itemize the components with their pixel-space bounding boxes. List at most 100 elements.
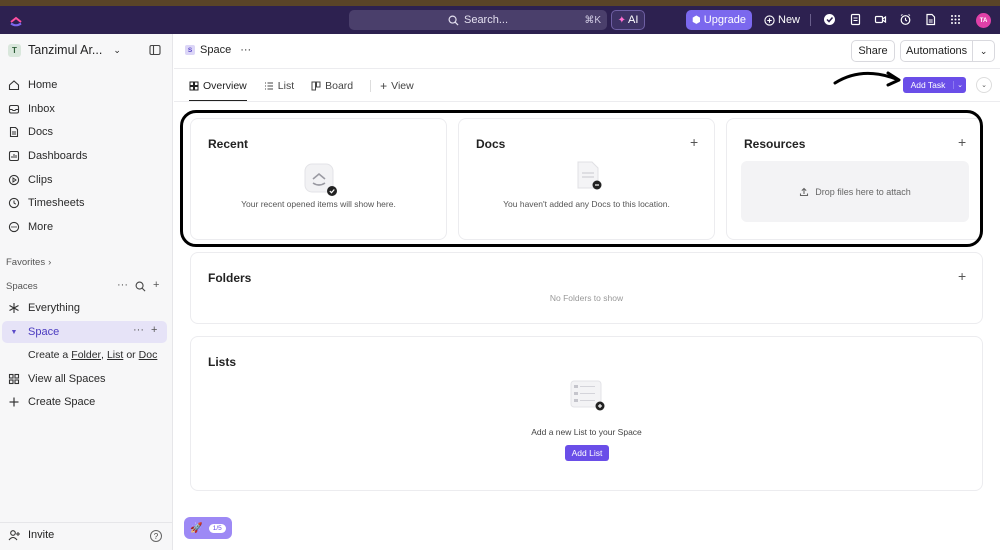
list-empty-icon [570, 380, 605, 411]
chevron-down-icon[interactable]: ⌄ [953, 81, 966, 89]
spaces-actions: ··· + [117, 279, 159, 292]
add-view-button[interactable]: + View [380, 78, 414, 94]
ellipsis-icon[interactable]: ··· [240, 44, 251, 56]
sidebar-item-view-all-spaces[interactable]: View all Spaces [8, 369, 105, 389]
add-task-button[interactable]: Add Task ⌄ [903, 77, 966, 93]
new-button[interactable]: New [764, 10, 800, 30]
lists-empty-text: Add a new List to your Space [531, 427, 642, 437]
chevron-right-icon: › [48, 257, 52, 268]
tab-overview[interactable]: Overview [189, 78, 247, 94]
timesheets-icon [8, 197, 20, 209]
check-circle-icon[interactable] [823, 13, 836, 26]
sidebar-item-label: Docs [28, 126, 54, 138]
video-icon[interactable] [874, 13, 887, 26]
favorites-label: Favorites [6, 257, 46, 268]
add-list-button[interactable]: Add List [565, 445, 609, 461]
space-row-actions: ··· + [133, 324, 157, 336]
create-doc-link[interactable]: Doc [139, 349, 158, 361]
workspace-switcher[interactable]: T Tanzimul Ar... ⌄ [8, 43, 121, 57]
invite-button[interactable]: Invite [8, 529, 54, 541]
overview-icon [189, 81, 199, 91]
favorites-section[interactable]: Favorites › [6, 257, 51, 268]
create-in-space-row: Create a Folder , List or Doc [28, 345, 157, 365]
tab-board[interactable]: Board [311, 78, 353, 94]
sidebar-item-docs[interactable]: Docs [8, 122, 53, 142]
collapse-header-icon[interactable]: ⌄ [976, 77, 992, 93]
tab-divider [370, 80, 372, 92]
folders-title: Folders [208, 271, 252, 285]
automations-button[interactable]: Automations ⌄ [900, 40, 995, 62]
sidebar-footer-divider [0, 522, 173, 523]
sidebar-item-label: Space [28, 326, 60, 338]
search-icon[interactable] [135, 281, 146, 292]
sidebar-item-label: More [28, 221, 54, 233]
user-avatar[interactable]: TA [976, 13, 991, 28]
search-bar[interactable]: Search... ⌘K [349, 10, 607, 30]
sidebar-item-label: Dashboards [28, 150, 88, 162]
tab-label: List [277, 80, 295, 92]
board-icon [311, 81, 321, 91]
add-user-icon [8, 530, 20, 541]
sidebar-item-inbox[interactable]: Inbox [8, 99, 55, 119]
caret-down-icon[interactable]: ▼ [8, 329, 20, 336]
plus-icon: + [380, 79, 388, 93]
invite-label: Invite [28, 529, 55, 541]
onboarding-progress: 1/5 [208, 523, 226, 533]
search-shortcut: ⌘K [584, 14, 601, 26]
create-list-link[interactable]: List [107, 349, 123, 361]
breadcrumb-space: Space [200, 44, 232, 56]
plus-icon[interactable]: + [153, 279, 159, 292]
sidebar: T Tanzimul Ar... ⌄ Home Inbox Docs Dashb… [0, 34, 173, 550]
sidebar-item-clips[interactable]: Clips [8, 170, 52, 190]
ai-label: AI [627, 14, 639, 26]
sidebar-item-label: View all Spaces [28, 373, 106, 385]
sidebar-item-label: Home [28, 79, 58, 91]
automations-label: Automations [901, 41, 974, 61]
tab-label: Board [325, 80, 354, 92]
list-icon [264, 82, 273, 90]
sidebar-item-dashboards[interactable]: Dashboards [8, 146, 87, 166]
onboarding-launcher[interactable]: 🚀 1/5 [184, 517, 232, 539]
sidebar-item-timesheets[interactable]: Timesheets [8, 193, 84, 213]
sidebar-item-more[interactable]: More [8, 217, 53, 237]
upgrade-button[interactable]: ⬢ Upgrade [686, 10, 752, 30]
notepad-icon[interactable] [849, 13, 862, 26]
alarm-clock-icon[interactable] [899, 13, 912, 26]
sidebar-item-create-space[interactable]: Create Space [8, 392, 95, 412]
document-icon[interactable] [924, 13, 937, 26]
lists-card: Lists Add a new List to your Space Add L… [190, 336, 983, 491]
workspace-badge: T [8, 43, 21, 57]
search-icon [448, 15, 459, 26]
create-or: or [126, 349, 136, 361]
share-button[interactable]: Share [851, 40, 895, 62]
add-folder-icon[interactable]: + [958, 268, 966, 284]
docs-icon [9, 126, 19, 138]
sidebar-item-label: Everything [28, 302, 80, 314]
ai-button[interactable]: ✦ AI [611, 10, 645, 30]
lists-title: Lists [208, 355, 237, 369]
workspace-name: Tanzimul Ar... [28, 43, 103, 57]
grid-icon [8, 373, 20, 385]
add-task-label: Add Task [910, 80, 946, 90]
plus-icon[interactable]: + [151, 324, 157, 336]
breadcrumb[interactable]: S Space ··· [185, 44, 251, 56]
folders-card: Folders + No Folders to show [190, 252, 983, 324]
top-bar: Search... ⌘K ✦ AI ⬢ Upgrade New TA [0, 6, 1000, 34]
sidebar-item-home[interactable]: Home [8, 75, 57, 95]
sidebar-item-everything[interactable]: Everything [8, 298, 80, 318]
tab-list[interactable]: List [264, 78, 294, 94]
everything-icon [9, 303, 19, 313]
plus-circle-icon [764, 14, 775, 26]
apps-grid-icon[interactable] [949, 13, 962, 26]
sidebar-item-label: Clips [28, 174, 53, 186]
ellipsis-icon[interactable]: ··· [133, 324, 144, 336]
create-folder-link[interactable]: Folder [71, 349, 101, 361]
sidebar-collapse-icon[interactable] [149, 44, 161, 56]
plus-icon [9, 397, 19, 407]
chevron-down-icon[interactable]: ⌄ [973, 46, 994, 57]
help-icon[interactable]: ? [150, 530, 162, 542]
sidebar-item-label: Create Space [28, 396, 96, 408]
space-row-content: ▼ Space [8, 322, 60, 342]
app-logo-icon[interactable] [9, 13, 23, 27]
ellipsis-icon[interactable]: ··· [117, 279, 128, 292]
